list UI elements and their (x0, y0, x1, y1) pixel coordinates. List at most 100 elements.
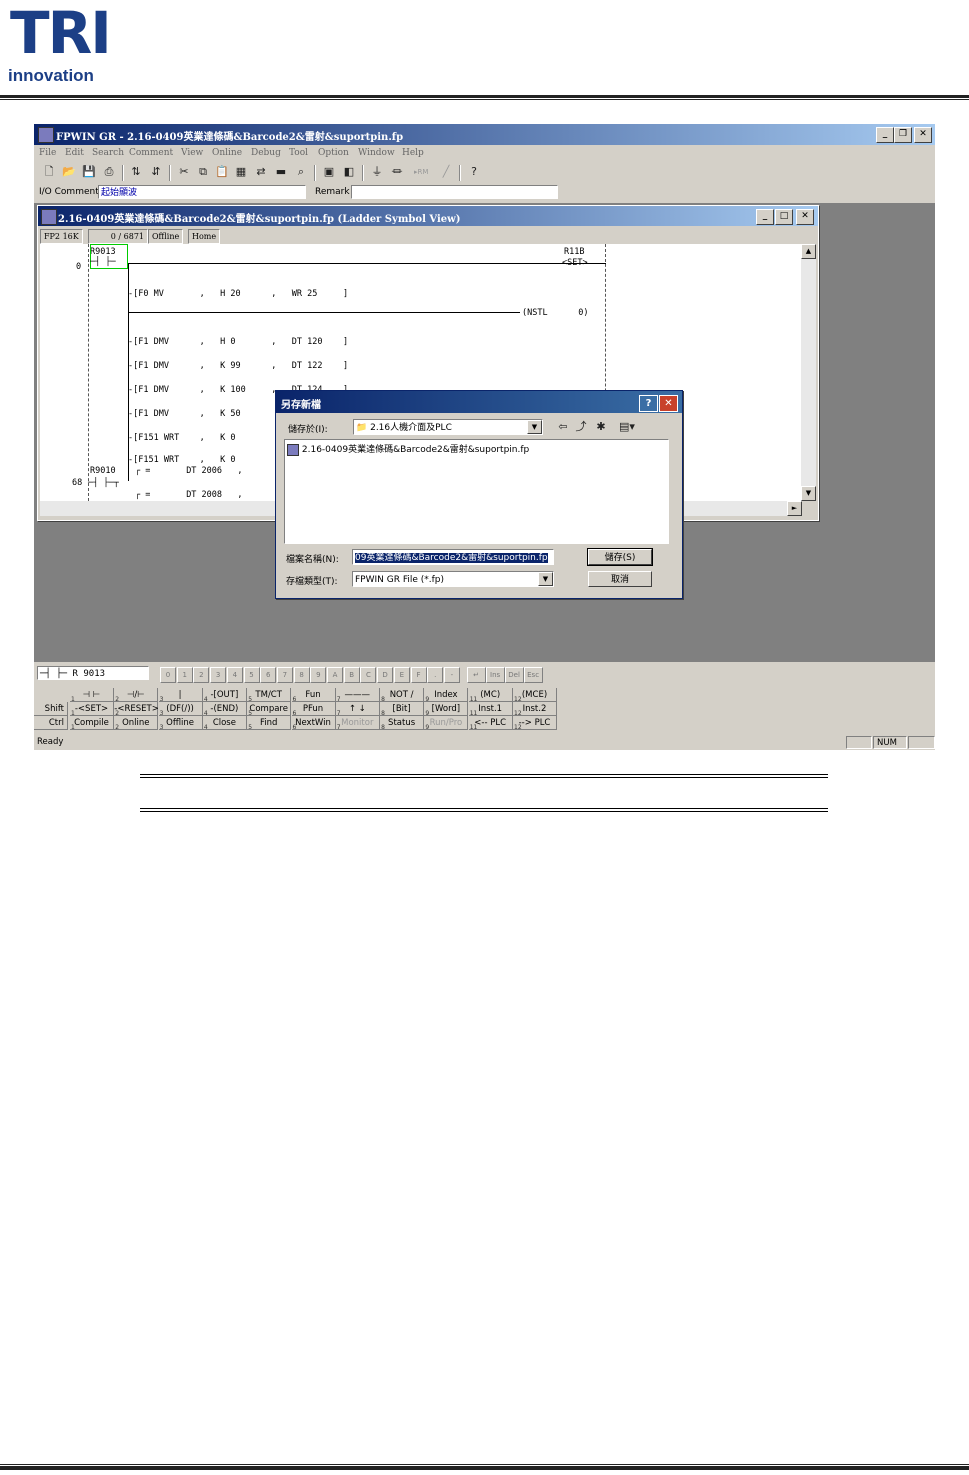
key-2[interactable]: 2 (193, 667, 210, 683)
ladder-minimize-button[interactable]: _ (756, 209, 774, 225)
key-13[interactable]: D (377, 667, 394, 683)
function-key-r1-8[interactable]: 8 NOT / (380, 688, 425, 703)
function-key-r2-6[interactable]: 6 PFun (291, 702, 336, 717)
block-icon[interactable]: ▬ (274, 165, 288, 179)
help-button[interactable]: ? (639, 395, 658, 412)
download-icon[interactable]: ⇵ (149, 165, 163, 179)
close-button[interactable]: ✕ (914, 127, 932, 143)
key-11[interactable]: B (343, 667, 360, 683)
function-key-r1-11[interactable]: 12 (MCE) (513, 688, 557, 703)
help-icon[interactable]: ? (467, 165, 481, 179)
ladder-maximize-button[interactable]: □ (775, 209, 793, 225)
function-key-r3-3[interactable]: 3 Offline (158, 716, 203, 731)
key-16[interactable]: . (427, 667, 444, 683)
upload-icon[interactable]: ⇅ (129, 165, 143, 179)
function-key-r3-5[interactable]: 5 Find (247, 716, 292, 731)
function-key-r1-10[interactable]: 11 (MC) (468, 688, 513, 703)
vertical-scrollbar[interactable]: ▲ ▼ (801, 244, 816, 501)
function-key-r3-1[interactable]: 1 Compile (70, 716, 114, 731)
function-key-r3-2[interactable]: 2 Online (114, 716, 159, 731)
menu-edit[interactable]: Edit (65, 148, 84, 158)
key-1[interactable]: 1 (176, 667, 193, 683)
function-key-r2-3[interactable]: 3 (DF(/)) (158, 702, 203, 717)
new-file-icon[interactable]: 🗋 (42, 165, 56, 179)
function-key-r1-4[interactable]: 4 -[OUT] (202, 688, 247, 703)
up-folder-icon[interactable]: ⤴ (574, 420, 588, 434)
plc-read-icon[interactable]: ⏚ (370, 165, 384, 179)
dialog-close-button[interactable]: ✕ (659, 395, 678, 412)
key-0[interactable]: 0 (160, 667, 176, 683)
function-key-r2-8[interactable]: 8 [Bit] (380, 702, 425, 717)
menu-comment[interactable]: Comment (129, 148, 173, 158)
function-key-r2-9[interactable]: 9 [Word] (424, 702, 469, 717)
paste-icon[interactable]: 📋 (215, 165, 229, 179)
function-key-r1-2[interactable]: 2 ⊣/⊢ (114, 688, 159, 703)
plc-write-icon[interactable]: ⏛ (390, 165, 404, 179)
function-key-r2-5[interactable]: 5 Compare (247, 702, 292, 717)
restore-button[interactable]: ❐ (894, 127, 912, 143)
status-icon[interactable]: ◧ (342, 165, 356, 179)
filename-input[interactable]: 09英業達條碼&Barcode2&雷射&suportpin.fp (352, 549, 554, 565)
function-key-r2-7[interactable]: 7 ↑ ↓ (335, 702, 380, 717)
scroll-down-icon[interactable]: ▼ (801, 486, 816, 501)
menu-search[interactable]: Search (92, 148, 124, 158)
back-arrow-icon[interactable]: ⇦ (556, 420, 570, 434)
menu-debug[interactable]: Debug (251, 148, 281, 158)
cancel-button[interactable]: 取消 (588, 571, 652, 587)
chevron-down-icon[interactable]: ▼ (527, 420, 542, 434)
run-prog-icon[interactable]: ▸RM (414, 165, 428, 179)
force-icon[interactable]: ╱ (439, 165, 453, 179)
function-key-r3-8[interactable]: 8 Status (380, 716, 425, 731)
key-6[interactable]: 6 (260, 667, 277, 683)
save-in-dropdown[interactable]: 📁 2.16人機介面及PLC ▼ (353, 419, 543, 435)
function-key-r3-6[interactable]: 6 NextWin (291, 716, 336, 731)
scroll-up-icon[interactable]: ▲ (801, 244, 816, 259)
new-folder-icon[interactable]: ✱ (594, 420, 608, 434)
function-key-r2-2[interactable]: 2 -<RESET> (114, 702, 159, 717)
function-key-r2-10[interactable]: 11 Inst.1 (468, 702, 513, 717)
file-type-dropdown[interactable]: FPWIN GR File (*.fp) ▼ (352, 571, 554, 587)
function-key-r1-9[interactable]: 9 Index (424, 688, 469, 703)
key-21[interactable]: Esc (523, 667, 543, 683)
function-key-r3-9[interactable]: 9 Run/Pro (424, 716, 469, 731)
copy-icon[interactable]: ⧉ (196, 165, 210, 179)
print-icon[interactable]: ⎙ (102, 165, 116, 179)
function-key-r1-5[interactable]: 5 TM/CT (247, 688, 292, 703)
menu-tool[interactable]: Tool (289, 148, 308, 158)
function-key-r3-10[interactable]: 11 <-- PLC (468, 716, 513, 731)
chevron-down-icon[interactable]: ▼ (538, 572, 553, 586)
menu-online[interactable]: Online (212, 148, 242, 158)
monitor-icon[interactable]: ▣ (322, 165, 336, 179)
menu-file[interactable]: File (39, 148, 56, 158)
key-20[interactable]: Del (504, 667, 524, 683)
function-key-r2-4[interactable]: 4 -(END) (202, 702, 247, 717)
key-4[interactable]: 4 (226, 667, 243, 683)
function-key-r1-7[interactable]: 7 ——— (335, 688, 380, 703)
open-folder-icon[interactable]: 📂 (62, 165, 76, 179)
grid-icon[interactable]: ▦ (234, 165, 248, 179)
key-3[interactable]: 3 (210, 667, 227, 683)
scroll-right-icon[interactable]: ► (787, 501, 802, 516)
key-9[interactable]: 9 (310, 667, 327, 683)
find-icon[interactable]: ⌕ (294, 165, 308, 179)
command-input[interactable]: ─┤ ├─ R 9013 (37, 666, 149, 680)
menu-view[interactable]: View (181, 148, 203, 158)
menu-option[interactable]: Option (318, 148, 349, 158)
key-15[interactable]: F (410, 667, 427, 683)
menu-window[interactable]: Window (358, 148, 395, 158)
function-key-r3-11[interactable]: 12 --> PLC (513, 716, 557, 731)
function-key-r2-1[interactable]: 1 -<SET> (70, 702, 114, 717)
key-10[interactable]: A (327, 667, 343, 683)
function-key-r1-3[interactable]: 3 | (158, 688, 203, 703)
file-item[interactable]: 2.16-0409英業達條碼&Barcode2&雷射&suportpin.fp (287, 442, 529, 456)
key-17[interactable]: - (443, 667, 460, 683)
key-5[interactable]: 5 (243, 667, 260, 683)
function-key-r1-1[interactable]: 1 ⊣ ⊢ (70, 688, 114, 703)
function-key-r2-11[interactable]: 12 Inst.2 (513, 702, 557, 717)
replace-icon[interactable]: ⇄ (254, 165, 268, 179)
menu-help[interactable]: Help (402, 148, 424, 158)
save-icon[interactable]: 💾 (82, 165, 96, 179)
key-8[interactable]: 8 (293, 667, 310, 683)
function-key-r1-6[interactable]: 6 Fun (291, 688, 336, 703)
file-list[interactable]: 2.16-0409英業達條碼&Barcode2&雷射&suportpin.fp (284, 439, 669, 544)
